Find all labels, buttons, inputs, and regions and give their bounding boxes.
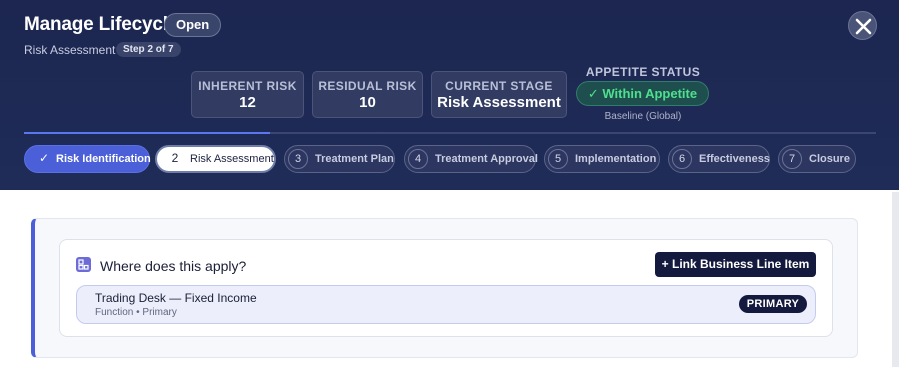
residual-risk-label: RESIDUAL RISK [318,79,417,93]
inherent-risk-value: 12 [239,94,256,111]
step-label: Treatment Approval [435,153,538,165]
step-label: Closure [809,153,850,165]
step-risk-assessment[interactable]: 2 Risk Assessment [155,145,276,173]
step-treatment-approval[interactable]: 4 Treatment Approval [404,145,538,173]
residual-risk-value: 10 [359,94,376,111]
inherent-risk-card: INHERENT RISK 12 [191,71,304,118]
step-check-icon: ✓ [38,151,50,165]
primary-badge: PRIMARY [739,295,807,313]
step-number: 2 [171,151,179,165]
scrollbar[interactable] [892,192,899,367]
step-number: 7 [782,149,802,169]
appetite-status-badge: ✓ Within Appetite [576,81,709,106]
inherent-risk-label: INHERENT RISK [198,79,297,93]
current-stage-label: CURRENT STAGE [445,79,553,93]
step-label: Treatment Plan [315,153,394,165]
progress-fill [24,132,270,134]
residual-risk-card: RESIDUAL RISK 10 [312,71,423,118]
step-treatment-plan[interactable]: 3 Treatment Plan [284,145,395,173]
current-stage-value: Risk Assessment [437,94,561,111]
applies-title: Where does this apply? [100,258,247,274]
page-title: Manage Lifecycle [24,14,179,35]
close-button[interactable] [848,11,877,40]
current-stage-card: CURRENT STAGE Risk Assessment [431,71,567,118]
step-number: 5 [548,149,568,169]
step-closure[interactable]: 7 Closure [778,145,856,173]
step-indicator-badge: Step 2 of 7 [116,42,181,57]
business-line-icon [76,257,91,272]
appetite-baseline: Baseline (Global) [604,111,682,122]
appetite-status-label: APPETITE STATUS [585,65,701,79]
business-line-name: Trading Desk — Fixed Income [95,291,257,305]
link-business-line-button[interactable]: + Link Business Line Item [655,252,816,277]
current-stage-subtitle: Risk Assessment [24,43,116,57]
step-number: 3 [288,149,308,169]
step-implementation[interactable]: 5 Implementation [544,145,660,173]
step-number: 4 [408,149,428,169]
close-icon [855,18,872,35]
step-label: Risk Identification [56,153,151,165]
step-label: Effectiveness [699,153,770,165]
status-badge: Open [164,13,222,37]
step-effectiveness[interactable]: 6 Effectiveness [668,145,770,173]
step-label: Risk Assessment [190,153,274,165]
business-line-meta: Function • Primary [95,307,177,318]
step-label: Implementation [575,153,657,165]
lifecycle-header: Manage Lifecycle Open Risk Assessment St… [0,0,899,190]
step-risk-identification[interactable]: ✓ Risk Identification [24,145,151,173]
step-number: 6 [672,149,692,169]
